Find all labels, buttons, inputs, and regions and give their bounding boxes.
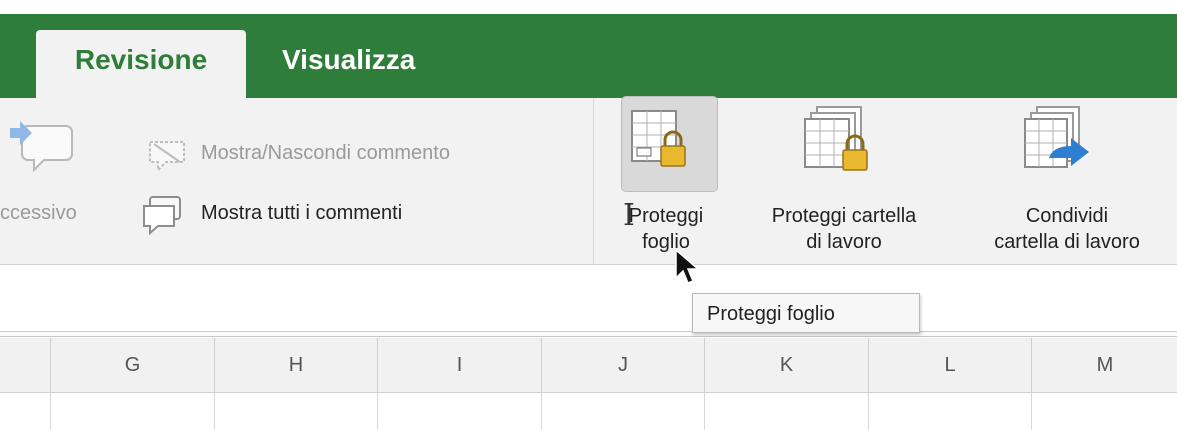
cell[interactable] xyxy=(704,393,868,430)
protect-sheet-label-1: Proteggi xyxy=(628,205,704,227)
column-header-row: G H I J K L M xyxy=(0,338,1177,393)
cell[interactable] xyxy=(50,393,214,430)
tab-visualizza[interactable]: Visualizza xyxy=(282,30,415,98)
column-header-h[interactable]: H xyxy=(214,338,377,392)
ribbon-separator xyxy=(593,98,594,264)
column-header-k[interactable]: K xyxy=(704,338,868,392)
share-workbook-icon xyxy=(1024,106,1089,168)
tooltip: Proteggi foglio xyxy=(692,293,920,333)
cell[interactable] xyxy=(377,393,541,430)
column-header-i[interactable]: I xyxy=(377,338,541,392)
show-hide-comment-button[interactable]: Mostra/Nascondi commento xyxy=(201,142,450,165)
show-hide-comment-icon[interactable] xyxy=(146,138,190,174)
protect-sheet-icon xyxy=(631,110,686,167)
cell[interactable] xyxy=(868,393,1031,430)
protect-sheet-label-2: foglio xyxy=(642,231,690,253)
mouse-pointer-icon xyxy=(675,248,700,284)
protect-workbook-label-1: Proteggi cartella xyxy=(771,205,917,227)
cell[interactable] xyxy=(541,393,704,430)
next-comment-label[interactable]: ccessivo xyxy=(0,202,77,225)
cell-row xyxy=(0,393,1177,430)
tab-revisione[interactable]: Revisione xyxy=(36,30,246,98)
column-header-j[interactable]: J xyxy=(541,338,704,392)
formula-bar-divider xyxy=(0,331,1177,337)
show-all-comments-icon[interactable] xyxy=(140,194,190,236)
text-cursor-icon: I xyxy=(623,198,635,233)
protect-workbook-button[interactable]: Proteggi cartella di lavoro xyxy=(733,96,955,260)
share-workbook-label-1: Condividi xyxy=(1025,205,1109,227)
protect-workbook-label-2: di lavoro xyxy=(806,231,882,253)
protect-sheet-button[interactable]: Proteggi foglio xyxy=(596,96,736,260)
show-all-comments-button[interactable]: Mostra tutti i commenti xyxy=(201,202,402,225)
share-workbook-button[interactable]: Condividi cartella di lavoro xyxy=(957,96,1177,260)
next-comment-icon[interactable] xyxy=(6,110,78,172)
column-header-l[interactable]: L xyxy=(868,338,1031,392)
column-header-g[interactable]: G xyxy=(50,338,214,392)
share-workbook-label-2: cartella di lavoro xyxy=(994,231,1140,253)
cell[interactable] xyxy=(214,393,377,430)
column-header-m[interactable]: M xyxy=(1031,338,1177,392)
protect-workbook-icon xyxy=(804,106,868,171)
ribbon-tab-bar: Revisione Visualizza xyxy=(0,0,1177,98)
formula-bar[interactable] xyxy=(0,265,1177,331)
cell[interactable] xyxy=(1031,393,1177,430)
